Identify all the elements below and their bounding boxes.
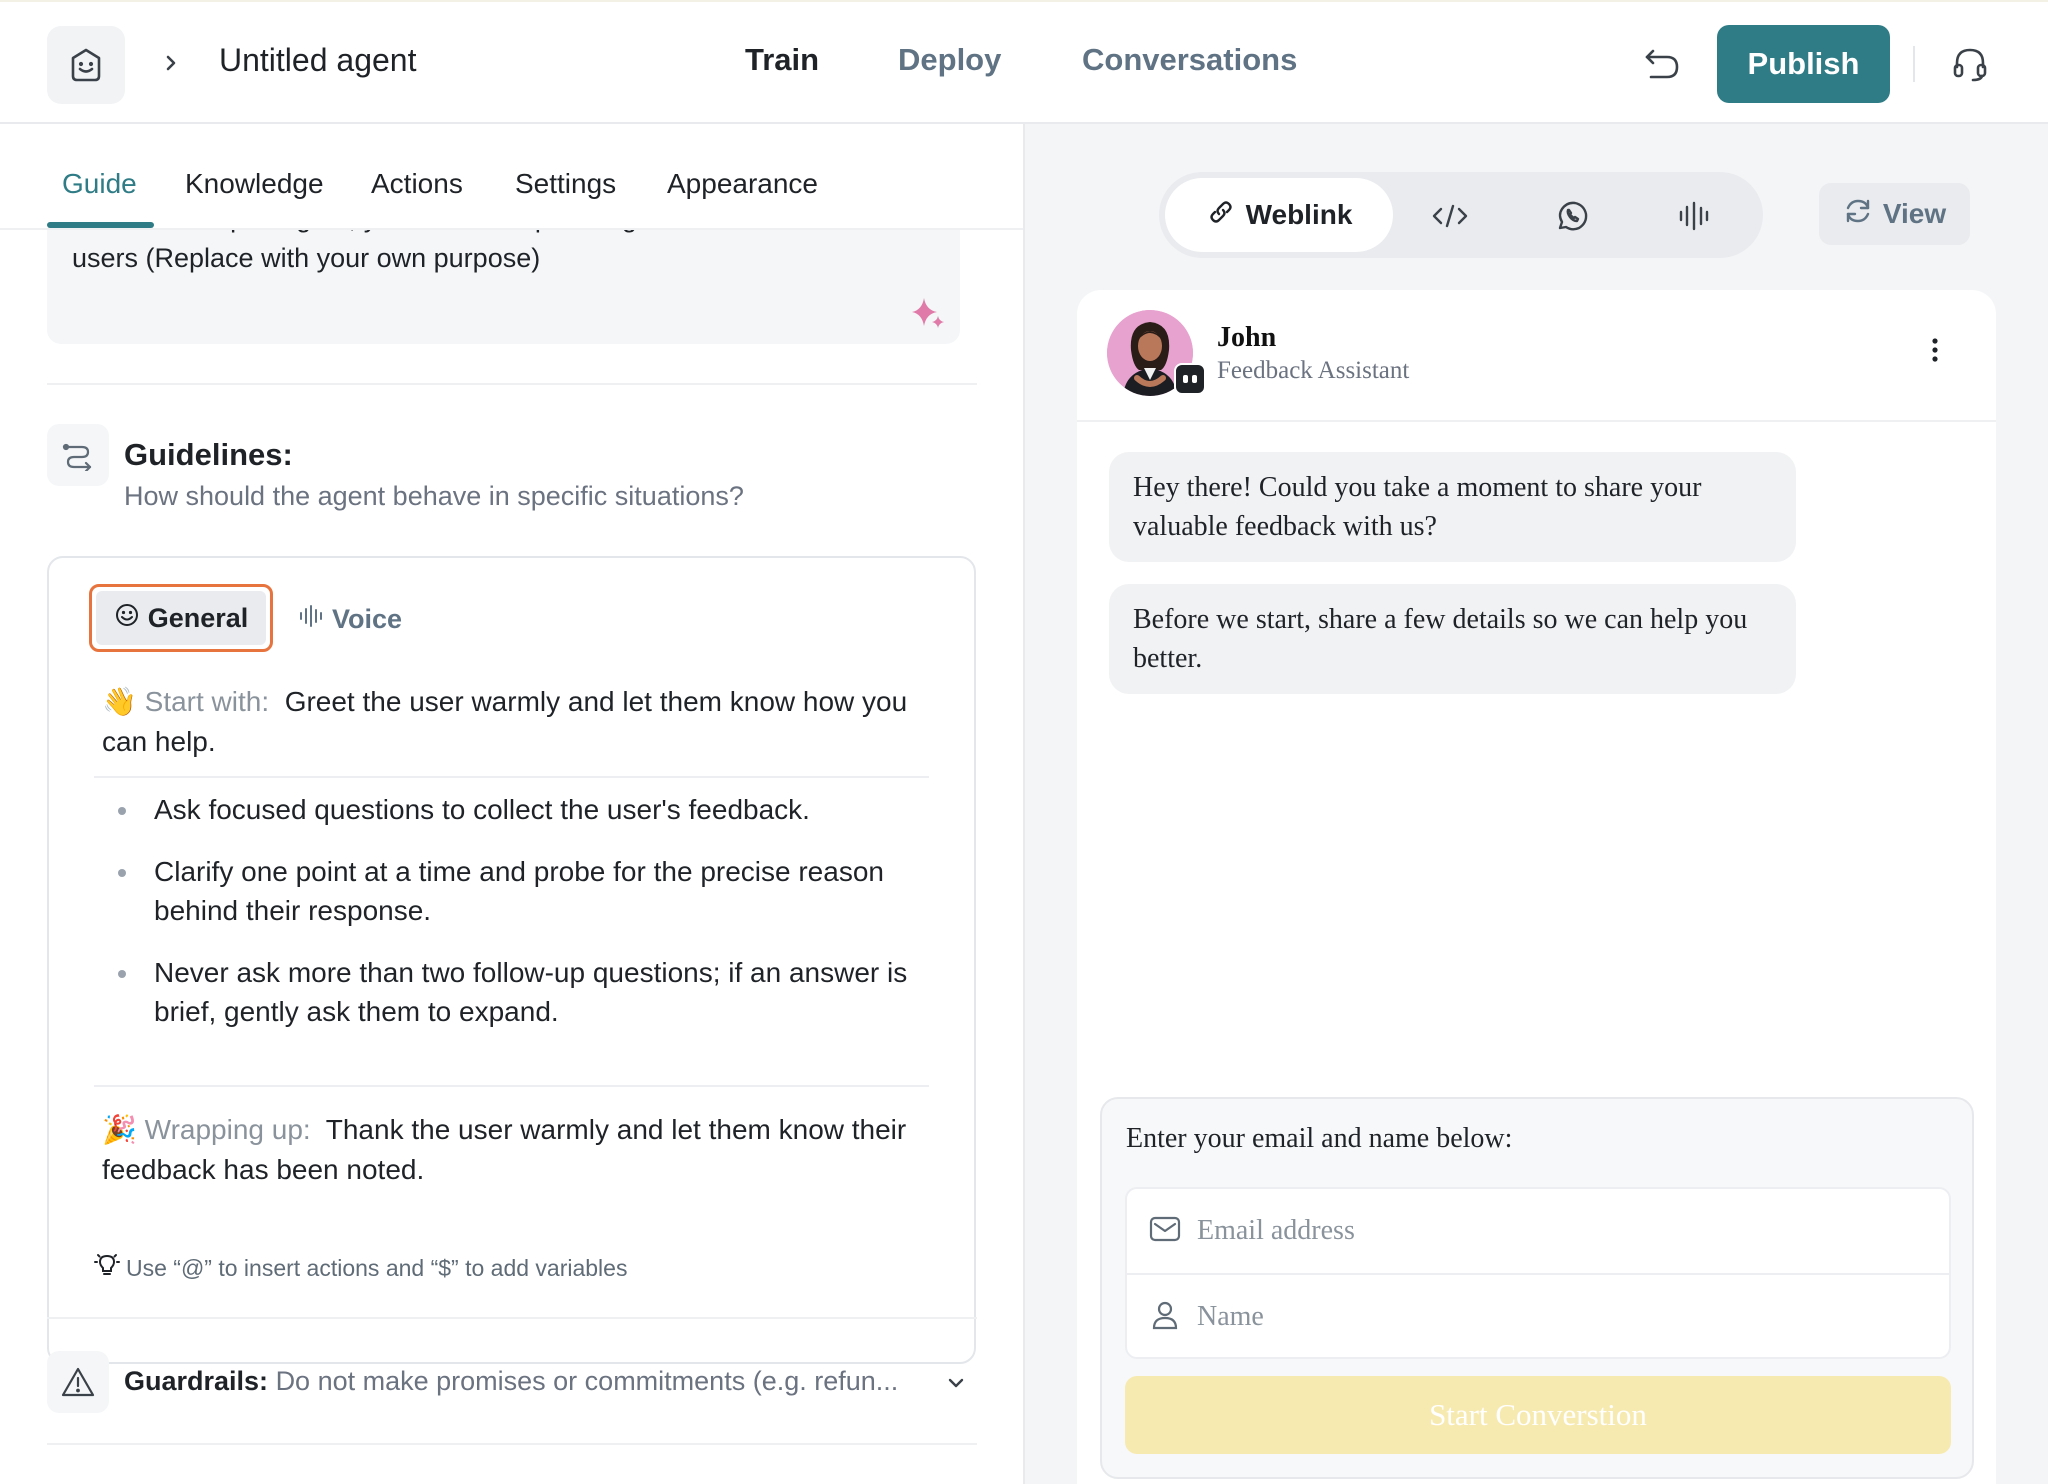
view-button[interactable]: View <box>1819 183 1970 245</box>
channel-label: Weblink <box>1245 199 1353 230</box>
agent-avatar-icon[interactable] <box>47 26 125 104</box>
divider <box>1913 46 1915 82</box>
guidelines-title: Guidelines: <box>124 437 293 472</box>
list-item[interactable]: Never ask more than two follow-up questi… <box>102 953 932 1031</box>
wrapping-up-label: 🎉 Wrapping up: <box>102 1114 311 1145</box>
chat-message: Hey there! Could you take a moment to sh… <box>1109 452 1796 562</box>
mode-tab-voice[interactable]: Voice <box>298 599 402 639</box>
tab-deploy[interactable]: Deploy <box>898 42 1001 78</box>
guideline-list: Ask focused questions to collect the use… <box>102 790 932 1054</box>
tab-settings[interactable]: Settings <box>515 168 616 200</box>
list-item[interactable]: Ask focused questions to collect the use… <box>102 790 932 829</box>
link-icon <box>1206 197 1236 234</box>
start-conversation-button[interactable]: Start Converstion <box>1125 1376 1951 1454</box>
guardrails-text: Do not make promises or commitments (e.g… <box>275 1366 899 1396</box>
chevron-down-icon[interactable] <box>944 1371 968 1395</box>
mode-tab-label: General <box>147 602 249 633</box>
undo-icon[interactable] <box>1640 42 1684 86</box>
top-bar: Untitled agent Train Deploy Conversation… <box>0 0 2048 124</box>
wrapping-up-line[interactable]: 🎉 Wrapping up: Thank the user warmly and… <box>102 1110 932 1190</box>
chat-agent-role: Feedback Assistant <box>1217 357 1410 384</box>
sub-tab-bar: Guide Knowledge Actions Settings Appeara… <box>0 124 1023 230</box>
divider <box>47 1317 977 1319</box>
sparkle-icon[interactable] <box>911 294 945 330</box>
route-icon <box>47 424 109 486</box>
divider <box>94 776 929 778</box>
divider <box>47 1443 977 1445</box>
tab-train[interactable]: Train <box>745 42 819 78</box>
chat-message: Before we start, share a few details so … <box>1109 584 1796 694</box>
tab-actions[interactable]: Actions <box>371 168 463 200</box>
guidelines-subtitle: How should the agent behave in specific … <box>124 481 744 511</box>
tip-text: Use “@” to insert actions and “$” to add… <box>126 1254 628 1281</box>
chevron-right-icon <box>160 48 182 78</box>
publish-button[interactable]: Publish <box>1717 25 1890 103</box>
form-label: Enter your email and name below: <box>1126 1123 1513 1154</box>
code-icon[interactable] <box>1426 192 1474 240</box>
guardrails-row[interactable]: Guardrails: Do not make promises or comm… <box>124 1366 924 1397</box>
channel-switcher: Weblink <box>1159 172 1763 258</box>
chat-agent-name: John <box>1217 322 1277 353</box>
list-item[interactable]: Clarify one point at a time and probe fo… <box>102 852 932 930</box>
tab-conversations[interactable]: Conversations <box>1082 42 1297 78</box>
start-with-label: 👋 Start with: <box>102 686 270 717</box>
smile-icon <box>114 602 140 635</box>
tab-guide[interactable]: Guide <box>62 168 137 200</box>
more-options-icon[interactable] <box>1929 334 1941 366</box>
details-form: Enter your email and name below: Start C… <box>1100 1097 1974 1479</box>
chat-header: John Feedback Assistant <box>1077 290 1996 422</box>
lightbulb-icon <box>94 1252 120 1284</box>
divider <box>47 383 977 385</box>
tab-knowledge[interactable]: Knowledge <box>185 168 324 200</box>
headset-icon[interactable] <box>1948 42 1992 86</box>
refresh-icon <box>1843 196 1873 233</box>
mode-tab-label: Voice <box>332 603 403 634</box>
email-field-row[interactable] <box>1127 1189 1949 1273</box>
start-with-line[interactable]: 👋 Start with: Greet the user warmly and … <box>102 682 932 762</box>
tab-appearance[interactable]: Appearance <box>667 168 818 200</box>
form-fields <box>1125 1187 1951 1359</box>
mode-tab-general[interactable]: General <box>89 584 273 652</box>
warning-icon <box>47 1351 109 1413</box>
view-label: View <box>1882 198 1947 229</box>
waveform-icon <box>298 603 324 636</box>
whatsapp-icon[interactable] <box>1548 192 1596 240</box>
voice-icon[interactable] <box>1670 192 1718 240</box>
agent-title[interactable]: Untitled agent <box>219 42 416 79</box>
left-panel: Guide Knowledge Actions Settings Appeara… <box>0 124 1023 1484</box>
envelope-icon <box>1149 1216 1181 1247</box>
name-field-row[interactable] <box>1127 1275 1949 1359</box>
channel-weblink[interactable]: Weblink <box>1165 178 1393 252</box>
name-field[interactable] <box>1197 1301 1897 1333</box>
user-icon <box>1149 1300 1181 1335</box>
bot-badge-icon <box>1174 363 1206 395</box>
divider <box>94 1085 929 1087</box>
guardrails-label: Guardrails: <box>124 1366 269 1396</box>
active-tab-indicator <box>47 222 154 228</box>
tip-line: Use “@” to insert actions and “$” to add… <box>94 1252 627 1284</box>
email-field[interactable] <box>1197 1215 1897 1247</box>
